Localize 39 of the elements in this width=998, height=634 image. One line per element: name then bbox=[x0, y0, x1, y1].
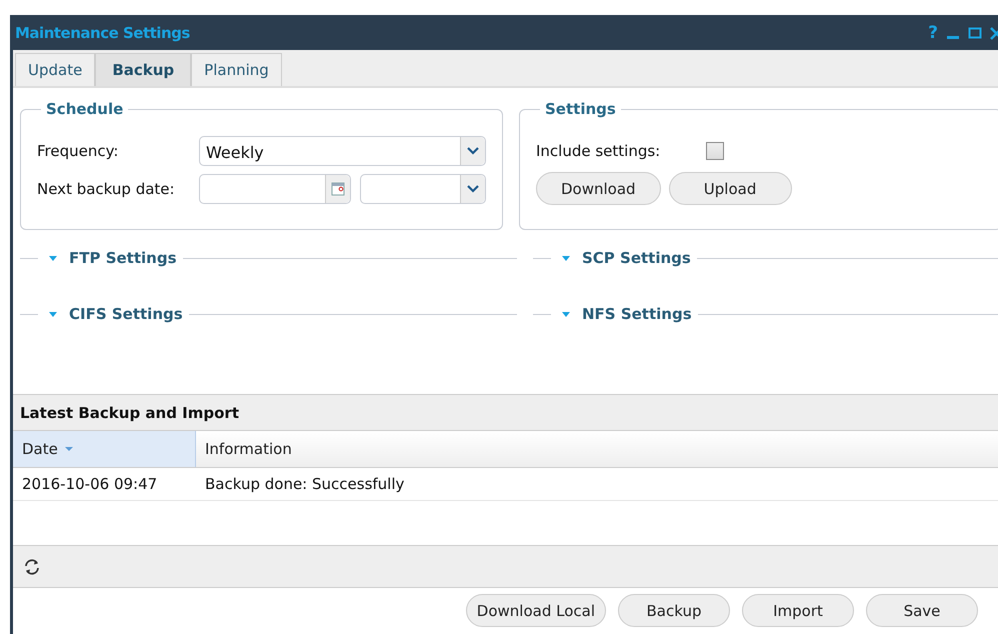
panel-title: Schedule bbox=[45, 100, 124, 118]
column-header[interactable]: Date bbox=[13, 431, 196, 467]
section-toggle[interactable]: SCP Settings bbox=[551, 249, 697, 267]
close-icon[interactable] bbox=[990, 26, 998, 40]
table-cell-text: Backup done: Successfully bbox=[204, 475, 406, 493]
chevron-down-icon bbox=[467, 147, 479, 155]
maximize-icon[interactable] bbox=[968, 26, 982, 40]
grid-title: Latest Backup and Import bbox=[20, 404, 239, 422]
calendar-icon[interactable] bbox=[331, 182, 345, 196]
field-label: Frequency: bbox=[37, 142, 120, 160]
date-field[interactable] bbox=[199, 174, 351, 204]
refresh-icon[interactable] bbox=[23, 558, 41, 576]
help-button[interactable]: ? bbox=[928, 22, 938, 42]
triangle-icon bbox=[561, 254, 571, 262]
triangle-icon bbox=[48, 254, 58, 262]
action-button[interactable]: Backup bbox=[618, 594, 730, 627]
action-button[interactable]: Download bbox=[536, 172, 661, 205]
tab[interactable]: Planning bbox=[191, 53, 282, 86]
table-cell-text: 2016-10-06 09:47 bbox=[21, 475, 158, 493]
sort-descending-icon bbox=[64, 446, 74, 452]
field-label: Next backup date: bbox=[37, 180, 176, 198]
section-toggle[interactable]: FTP Settings bbox=[38, 249, 182, 267]
window-title: Maintenance Settings bbox=[15, 24, 190, 42]
action-button[interactable]: Import bbox=[742, 594, 854, 627]
frequency-dropdown[interactable]: Weekly bbox=[199, 136, 486, 166]
triangle-icon bbox=[48, 310, 58, 318]
checkbox[interactable] bbox=[706, 142, 724, 160]
section-toggle[interactable]: NFS Settings bbox=[551, 305, 698, 323]
field-label: Include settings: bbox=[536, 142, 662, 160]
section-toggle[interactable]: CIFS Settings bbox=[38, 305, 189, 323]
action-button[interactable]: Upload bbox=[668, 172, 792, 205]
panel-title: Settings bbox=[544, 100, 617, 118]
triangle-icon bbox=[561, 310, 571, 318]
tab[interactable]: Backup bbox=[95, 53, 192, 86]
tab[interactable]: Update bbox=[15, 53, 96, 86]
chevron-down-icon bbox=[467, 185, 479, 193]
action-button[interactable]: Download Local bbox=[466, 594, 606, 627]
column-header[interactable]: Information bbox=[196, 431, 998, 467]
action-button[interactable]: Save bbox=[866, 594, 978, 627]
